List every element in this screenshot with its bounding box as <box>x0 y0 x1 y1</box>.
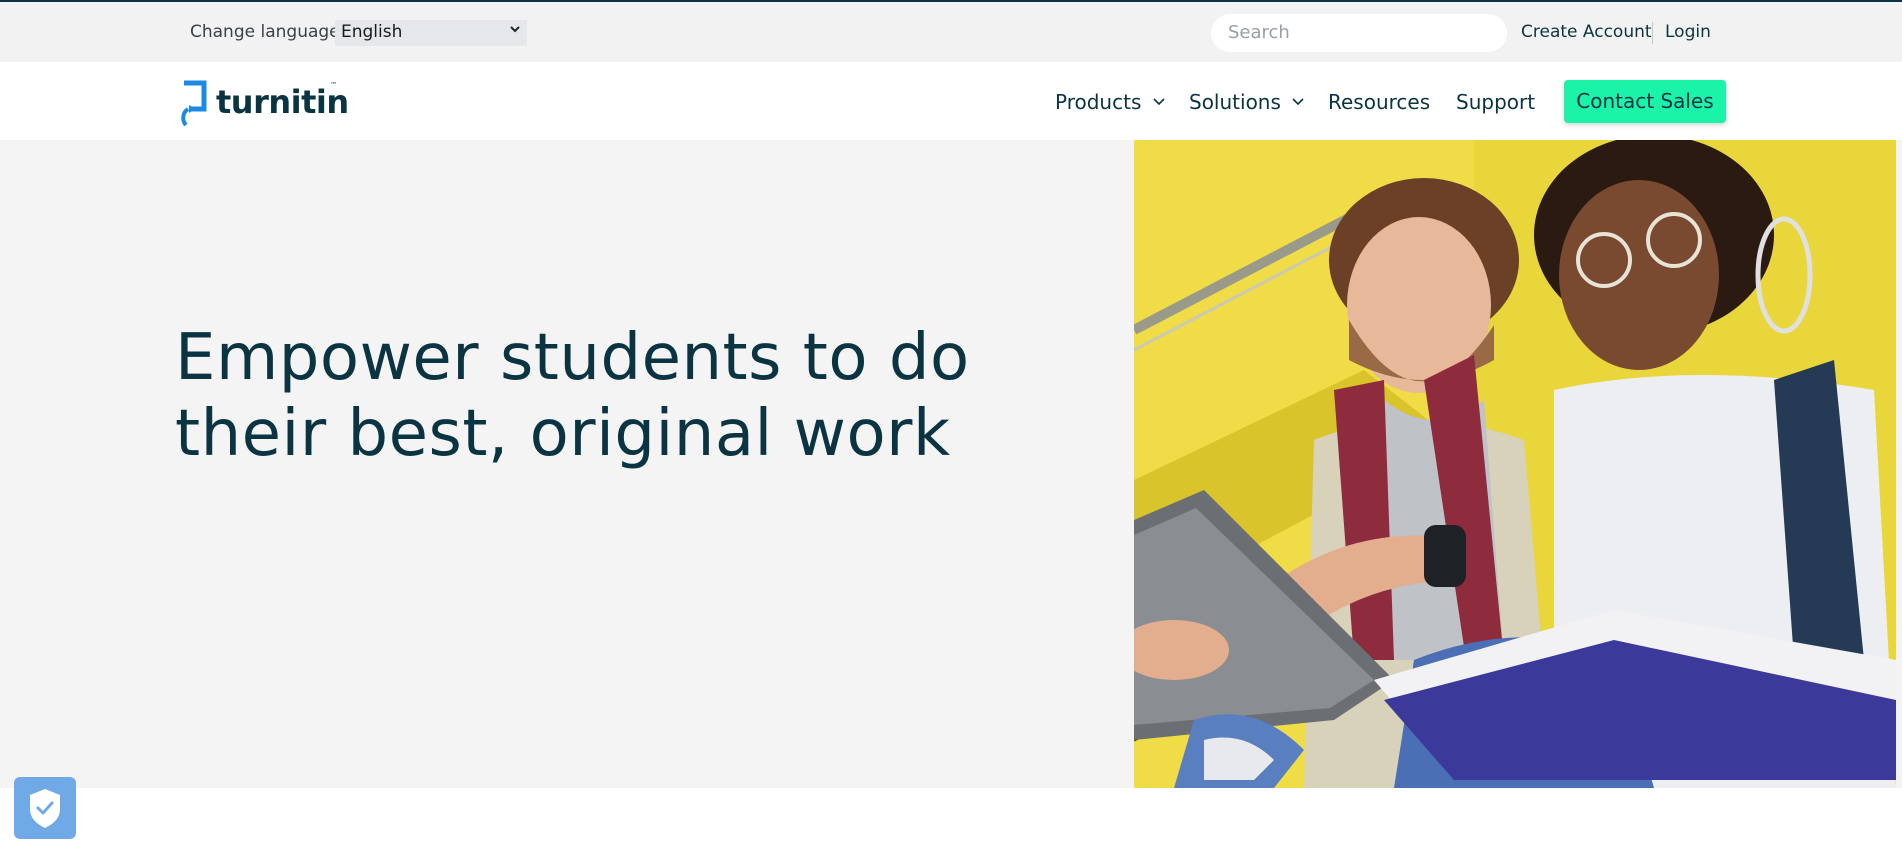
hero-title: Empower students to do their best, origi… <box>175 320 1075 472</box>
nav-products-label: Products <box>1055 90 1142 114</box>
login-link[interactable]: Login <box>1665 22 1711 42</box>
chevron-down-icon <box>509 23 521 39</box>
shield-check-icon <box>30 789 60 828</box>
search-placeholder: Search <box>1228 22 1290 43</box>
language-selected-value: English <box>341 22 403 42</box>
main-navigation: turnitin ™ Products Solutions Resources … <box>0 62 1902 140</box>
nav-solutions[interactable]: Solutions <box>1189 90 1305 114</box>
change-language-label: Change language <box>190 22 340 42</box>
students-photo-illustration <box>1134 140 1896 788</box>
create-account-link[interactable]: Create Account <box>1521 22 1652 42</box>
nav-solutions-label: Solutions <box>1189 90 1281 114</box>
link-divider <box>1652 22 1653 44</box>
contact-sales-button[interactable]: Contact Sales <box>1564 80 1726 123</box>
logo-wordmark: turnitin <box>216 83 349 121</box>
chevron-down-icon <box>1152 95 1166 111</box>
language-select[interactable]: English <box>335 20 527 46</box>
nav-support[interactable]: Support <box>1456 90 1535 114</box>
privacy-settings-button[interactable] <box>14 777 76 839</box>
utility-bar: Change language English Search Create Ac… <box>0 0 1902 62</box>
hero-image <box>1134 140 1896 788</box>
chevron-down-icon <box>1291 95 1305 111</box>
hero-title-line-2: their best, original work <box>175 397 951 471</box>
hero-title-line-1: Empower students to do <box>175 321 970 395</box>
nav-resources[interactable]: Resources <box>1328 90 1430 114</box>
logo-trademark: ™ <box>330 81 337 89</box>
nav-products[interactable]: Products <box>1055 90 1166 114</box>
turnitin-logo-icon <box>181 80 207 127</box>
hero-section: Empower students to do their best, origi… <box>0 140 1902 788</box>
search-input[interactable]: Search <box>1211 14 1507 52</box>
